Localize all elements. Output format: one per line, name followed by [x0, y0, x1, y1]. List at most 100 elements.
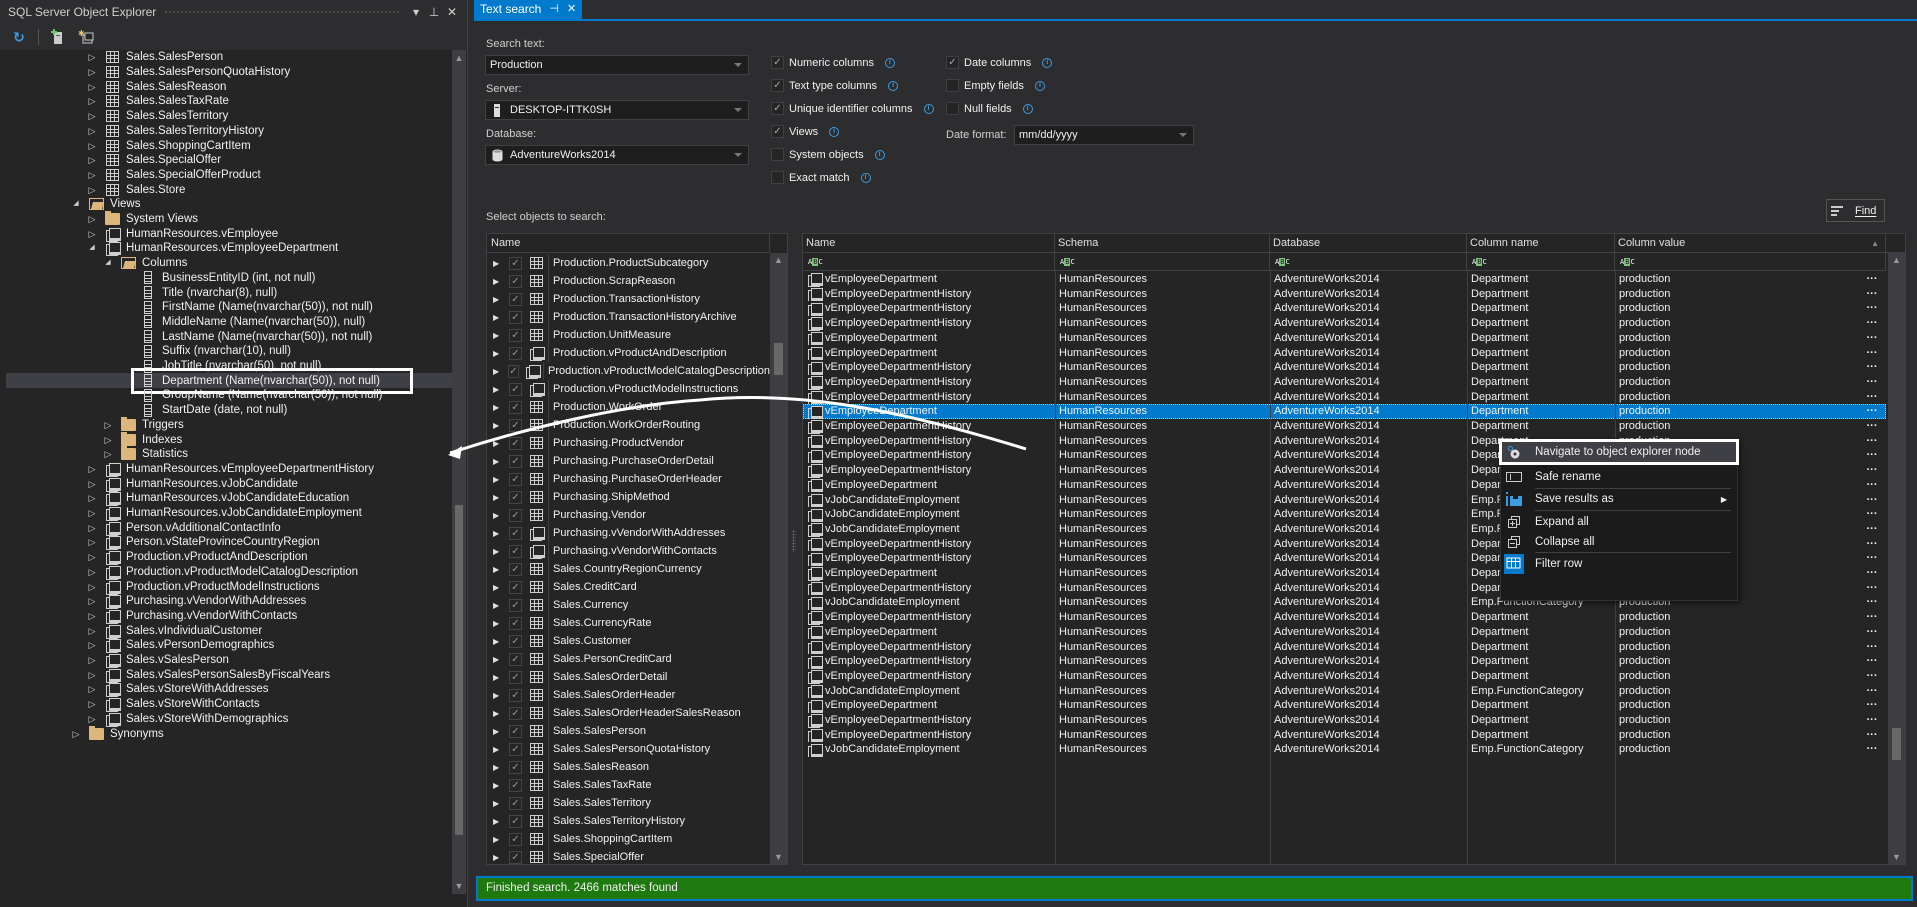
result-row[interactable]: vEmployeeDepartmentHistory HumanResources… — [803, 640, 1886, 655]
result-row[interactable]: vEmployeeDepartmentHistory HumanResources… — [803, 654, 1886, 669]
row-more-button[interactable]: ··· — [1860, 522, 1884, 537]
object-checkbox[interactable]: ✓ — [509, 436, 522, 450]
result-row[interactable]: vJobCandidateEmployment HumanResources Adv… — [803, 742, 1886, 758]
info-icon[interactable]: i — [860, 172, 871, 183]
results-scrollbar[interactable]: ▲ ▼ — [1888, 253, 1905, 864]
filter-cell-name[interactable]: ABC — [803, 253, 1055, 271]
search-text-combo[interactable]: Production — [485, 55, 749, 75]
row-more-button[interactable]: ··· — [1860, 654, 1884, 669]
tab-pin-icon[interactable]: ⊣ — [549, 2, 559, 15]
checkbox-checked[interactable]: ✓ — [946, 56, 959, 69]
row-more-button[interactable]: ··· — [1860, 331, 1884, 346]
object-checkbox[interactable]: ✓ — [509, 256, 522, 270]
info-icon[interactable]: i — [1022, 103, 1033, 114]
object-row[interactable]: ▶ ✓ Production.WorkOrderRouting — [487, 416, 770, 434]
server-combo[interactable]: DESKTOP-ITTK0SH — [485, 100, 749, 120]
object-row[interactable]: ▶ ✓ Production.TransactionHistoryArchive — [487, 308, 770, 326]
expand-icon[interactable]: ▶ — [493, 853, 503, 862]
expand-icon[interactable]: ▶ — [493, 367, 502, 376]
row-more-button[interactable]: ··· — [1860, 404, 1884, 419]
object-row[interactable]: ▶ ✓ Sales.SalesPerson — [487, 722, 770, 740]
object-checkbox[interactable]: ✓ — [509, 670, 522, 684]
object-checkbox[interactable]: ✓ — [509, 580, 522, 594]
tab-text-search[interactable]: Text search ⊣ ✕ — [474, 0, 583, 19]
info-icon[interactable]: i — [923, 103, 934, 114]
new-query-icon[interactable]: ✱ — [77, 28, 95, 46]
row-more-button[interactable]: ··· — [1860, 390, 1884, 405]
result-row[interactable]: vEmployeeDepartmentHistory HumanResources… — [803, 713, 1886, 728]
column-header-column-name[interactable]: Column name — [1467, 234, 1615, 253]
expand-icon[interactable]: ▶ — [493, 727, 503, 736]
object-row[interactable]: ▶ ✓ Sales.SalesOrderDetail — [487, 668, 770, 686]
row-more-button[interactable]: ··· — [1860, 595, 1884, 610]
expand-icon[interactable]: ▶ — [493, 799, 503, 808]
result-row[interactable]: vEmployeeDepartmentHistory HumanResources… — [803, 287, 1886, 302]
tree-node[interactable]: ▷ Sales.SalesReason — [6, 79, 452, 94]
object-checkbox[interactable]: ✓ — [509, 526, 522, 540]
object-row[interactable]: ▶ ✓ Sales.SpecialOffer — [487, 848, 770, 864]
info-icon[interactable]: i — [1034, 80, 1045, 91]
info-icon[interactable]: i — [884, 57, 895, 68]
row-more-button[interactable]: ··· — [1860, 684, 1884, 699]
result-row[interactable]: vEmployeeDepartmentHistory HumanResources… — [803, 316, 1886, 331]
object-row[interactable]: ▶ ✓ Sales.SalesTerritoryHistory — [487, 812, 770, 830]
tree-node[interactable]: ▷ Synonyms — [6, 724, 452, 744]
object-row[interactable]: ▶ ✓ Purchasing.Vendor — [487, 506, 770, 524]
abc-filter-icon[interactable]: ABC — [1060, 257, 1075, 266]
object-checkbox[interactable]: ✓ — [509, 454, 522, 468]
object-checkbox[interactable]: ✓ — [509, 616, 522, 630]
expand-icon[interactable]: ▶ — [493, 763, 503, 772]
object-row[interactable]: ▶ ✓ Purchasing.PurchaseOrderHeader — [487, 470, 770, 488]
row-more-button[interactable]: ··· — [1860, 698, 1884, 713]
option-exact-match[interactable]: Exact match i — [771, 171, 871, 184]
row-more-button[interactable]: ··· — [1860, 742, 1884, 757]
row-more-button[interactable]: ··· — [1860, 507, 1884, 522]
date-format-combo[interactable]: mm/dd/yyyy — [1014, 125, 1194, 145]
scroll-down-icon[interactable]: ▼ — [1888, 852, 1905, 862]
tree-node-content[interactable]: Synonyms — [82, 724, 164, 744]
tab-close-icon[interactable]: ✕ — [567, 2, 576, 15]
filter-cell-column-value[interactable]: ABC — [1615, 253, 1886, 271]
result-row[interactable]: vEmployeeDepartmentHistory HumanResources… — [803, 669, 1886, 684]
scroll-up-icon[interactable]: ▲ — [1888, 255, 1905, 265]
option-null-fields[interactable]: Null fields i — [946, 102, 1033, 115]
object-row[interactable]: ▶ ✓ Sales.SalesOrderHeader — [487, 686, 770, 704]
close-icon[interactable]: ✕ — [443, 5, 461, 19]
grid-splitter[interactable] — [792, 530, 796, 552]
object-row[interactable]: ▶ ✓ Production.WorkOrder — [487, 398, 770, 416]
find-button[interactable]: Find — [1826, 199, 1885, 222]
expand-icon[interactable]: ▶ — [493, 349, 503, 358]
expand-icon[interactable]: ▶ — [493, 457, 503, 466]
object-row[interactable]: ▶ ✓ Sales.CountryRegionCurrency — [487, 560, 770, 578]
object-checkbox[interactable]: ✓ — [509, 418, 522, 432]
abc-filter-icon[interactable]: ABC — [1620, 257, 1635, 266]
result-row[interactable]: vEmployeeDepartmentHistory HumanResources… — [803, 360, 1886, 375]
option-empty-fields[interactable]: Empty fields i — [946, 79, 1045, 92]
checkbox-unchecked[interactable] — [946, 102, 959, 115]
row-more-button[interactable]: ··· — [1860, 581, 1884, 596]
object-row[interactable]: ▶ ✓ Sales.SalesTaxRate — [487, 776, 770, 794]
chevron-down-icon[interactable] — [1179, 133, 1187, 137]
expand-icon[interactable]: ▶ — [493, 475, 503, 484]
object-checkbox[interactable]: ✓ — [509, 310, 522, 324]
tree-node[interactable]: StartDate (date, not null) — [6, 403, 452, 418]
tree-node[interactable]: ▷ Indexes — [6, 431, 452, 447]
objects-header-name[interactable]: Name — [487, 234, 770, 253]
object-row[interactable]: ▶ ✓ Sales.Customer — [487, 632, 770, 650]
row-more-button[interactable]: ··· — [1860, 360, 1884, 375]
object-row[interactable]: ▶ ✓ Production.vProductModelCatalogDescrip… — [487, 362, 770, 380]
object-row[interactable]: ▶ ✓ Purchasing.vVendorWithAddresses — [487, 524, 770, 542]
database-combo[interactable]: AdventureWorks2014 — [485, 145, 749, 165]
result-row[interactable]: vEmployeeDepartmentHistory HumanResources… — [803, 375, 1886, 390]
row-more-button[interactable]: ··· — [1860, 287, 1884, 302]
object-row[interactable]: ▶ ✓ Sales.SalesReason — [487, 758, 770, 776]
result-row[interactable]: vEmployeeDepartment HumanResources Adventu… — [803, 331, 1886, 346]
result-row[interactable]: vEmployeeDepartmentHistory HumanResources… — [803, 301, 1886, 317]
row-more-button[interactable]: ··· — [1860, 375, 1884, 390]
checkbox-checked[interactable]: ✓ — [771, 79, 784, 92]
object-checkbox[interactable]: ✓ — [509, 688, 522, 702]
expand-icon[interactable]: ▶ — [493, 259, 503, 268]
row-more-button[interactable]: ··· — [1860, 346, 1884, 361]
object-row[interactable]: ▶ ✓ Sales.SalesTerritory — [487, 794, 770, 812]
object-checkbox[interactable]: ✓ — [509, 292, 522, 306]
